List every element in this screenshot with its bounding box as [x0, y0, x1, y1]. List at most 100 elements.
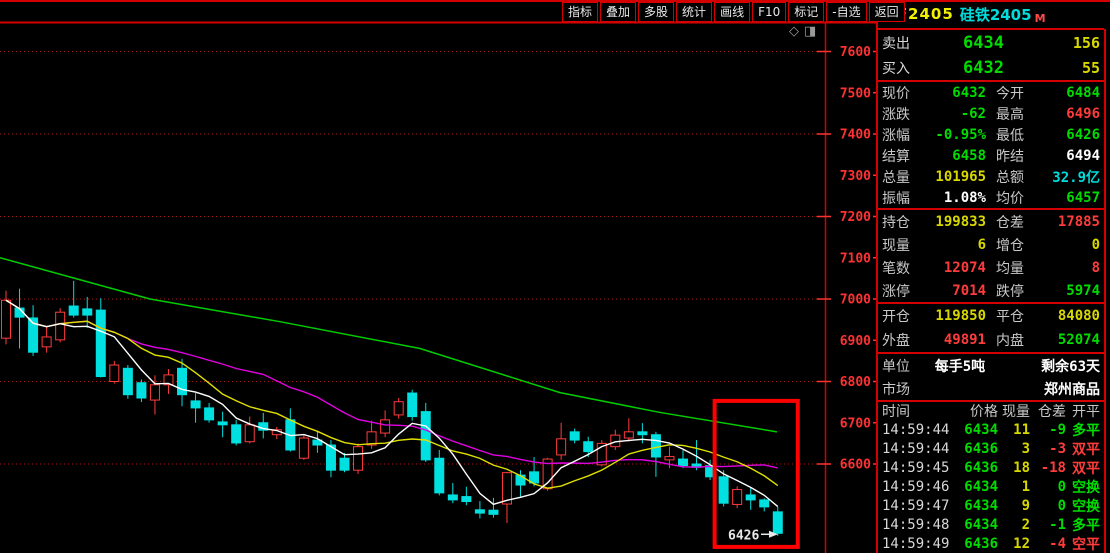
stat-value: 52074: [1042, 332, 1100, 348]
tick-row: 14:59:4464363-3双平: [878, 439, 1104, 458]
candle: [218, 412, 227, 438]
toolbar-button-自选[interactable]: -自选: [826, 2, 866, 22]
price-axis-label: 7400: [840, 128, 871, 143]
quote-row: 涨幅-0.95%最低6426: [878, 124, 1104, 145]
quote-row: 市场郑州商品: [878, 377, 1104, 402]
candle: [191, 393, 200, 423]
stat-value: 199833: [928, 214, 986, 230]
stat-value: 1.08%: [928, 190, 986, 206]
low-price-annotation: 6426: [728, 528, 778, 543]
candle: [502, 472, 511, 523]
candle: [164, 369, 173, 394]
tick-flag: 空换: [1066, 496, 1100, 516]
stat-value: 每手5吨: [928, 356, 985, 376]
stat-value: 12074: [928, 260, 986, 276]
candle: [326, 440, 335, 477]
candle: [15, 289, 24, 349]
stat-label: 昨结: [996, 146, 1042, 166]
candle: [624, 418, 633, 442]
price-axis-label: 6800: [840, 375, 871, 390]
candle: [299, 435, 308, 460]
stat-value: 6484: [1042, 85, 1100, 101]
highlight-box: [715, 401, 798, 547]
stat-label: 开仓: [882, 306, 928, 326]
tick-vol: 3: [998, 441, 1030, 457]
tick-time: 14:59:44: [882, 441, 956, 457]
price-axis-label: 7600: [840, 45, 871, 60]
candle: [286, 408, 295, 451]
stat-value: 7014: [928, 283, 986, 299]
candle: [651, 432, 660, 477]
stat-label: 持仓: [882, 212, 928, 232]
candle: [245, 417, 254, 444]
stat-value: 6426: [1042, 127, 1100, 143]
stat-label: 今开: [996, 83, 1042, 103]
diamond-icon[interactable]: ◇: [789, 24, 799, 39]
tick-price: 6434: [956, 517, 998, 533]
candle: [29, 305, 38, 356]
stat-label: 增仓: [996, 235, 1042, 255]
stat-value: 17885: [1042, 214, 1100, 230]
stat-label: 振幅: [882, 188, 928, 208]
panel-left-border: [876, 0, 878, 553]
stat-label: 市场: [882, 379, 928, 399]
tick-flag: 空换: [1066, 477, 1100, 497]
tick-time: 14:59:49: [882, 536, 956, 552]
price-axis-label: 7000: [840, 293, 871, 308]
tick-chg: 0: [1030, 498, 1066, 514]
chart-toolbar: 指标叠加多股统计画线F10标记-自选返回: [562, 2, 905, 22]
tick-header: 现量: [998, 401, 1030, 421]
stat-label: 结算: [882, 146, 928, 166]
toolbar-button-多股[interactable]: 多股: [638, 2, 674, 22]
candle: [340, 453, 349, 472]
tick-row: 14:59:49643612-4空平: [878, 534, 1104, 553]
price-axis-label: 6900: [840, 334, 871, 349]
tick-time: 14:59:48: [882, 517, 956, 533]
toolbar-button-标记[interactable]: 标记: [788, 2, 824, 22]
candle: [760, 498, 769, 511]
toolbar-button-F10[interactable]: F10: [752, 2, 786, 22]
tick-chg: -1: [1030, 517, 1066, 533]
stat-label: 平仓: [996, 306, 1042, 326]
toolbar-button-叠加[interactable]: 叠加: [600, 2, 636, 22]
tick-vol: 1: [998, 479, 1030, 495]
instrument-title: SF2405 硅铁2405 M: [878, 0, 1104, 30]
candle: [679, 450, 688, 468]
stat-value: 6432: [928, 85, 986, 101]
candle: [123, 365, 132, 399]
stat-label: 外盘: [882, 330, 928, 350]
tick-list: 时间价格现量仓差开平14:59:44643411-9多平14:59:446436…: [878, 402, 1104, 553]
tick-row: 14:59:45643618-18双平: [878, 458, 1104, 477]
stat-value: 6496: [1042, 106, 1100, 122]
toolbar-button-画线[interactable]: 画线: [714, 2, 750, 22]
stat-value: -62: [928, 106, 986, 122]
quote-row: 现量6增仓0: [878, 233, 1104, 256]
candle: [313, 432, 322, 453]
split-page-icon[interactable]: ◨: [804, 24, 816, 39]
toolbar-button-返回[interactable]: 返回: [869, 2, 905, 22]
candle: [42, 327, 51, 353]
tick-flag: 双平: [1066, 439, 1100, 459]
candle: [448, 483, 457, 503]
stat-value: 84080: [1042, 308, 1100, 324]
tick-time: 14:59:46: [882, 479, 956, 495]
candle: [557, 423, 566, 460]
ma5-line: [6, 300, 778, 506]
tick-row: 14:59:44643411-9多平: [878, 420, 1104, 439]
stat-label: 现量: [882, 235, 928, 255]
quote-row: 现价6432今开6484: [878, 82, 1104, 103]
quote-row: 单位每手5吨剩余63天: [878, 354, 1104, 377]
stat-value: 剩余63天: [1041, 356, 1100, 376]
toolbar-button-指标[interactable]: 指标: [562, 2, 598, 22]
bid-ask-block: 卖出6434156买入643255: [878, 30, 1104, 82]
stat-value: 6: [928, 237, 986, 253]
candle: [570, 429, 579, 444]
bid-row-volume: 55: [1004, 59, 1100, 77]
candle: [475, 501, 484, 518]
toolbar-button-统计[interactable]: 统计: [676, 2, 712, 22]
stat-value: 119850: [928, 308, 986, 324]
tick-flag: 双平: [1066, 458, 1100, 478]
candle: [746, 488, 755, 510]
candle: [638, 423, 647, 443]
tick-chg: -3: [1030, 441, 1066, 457]
